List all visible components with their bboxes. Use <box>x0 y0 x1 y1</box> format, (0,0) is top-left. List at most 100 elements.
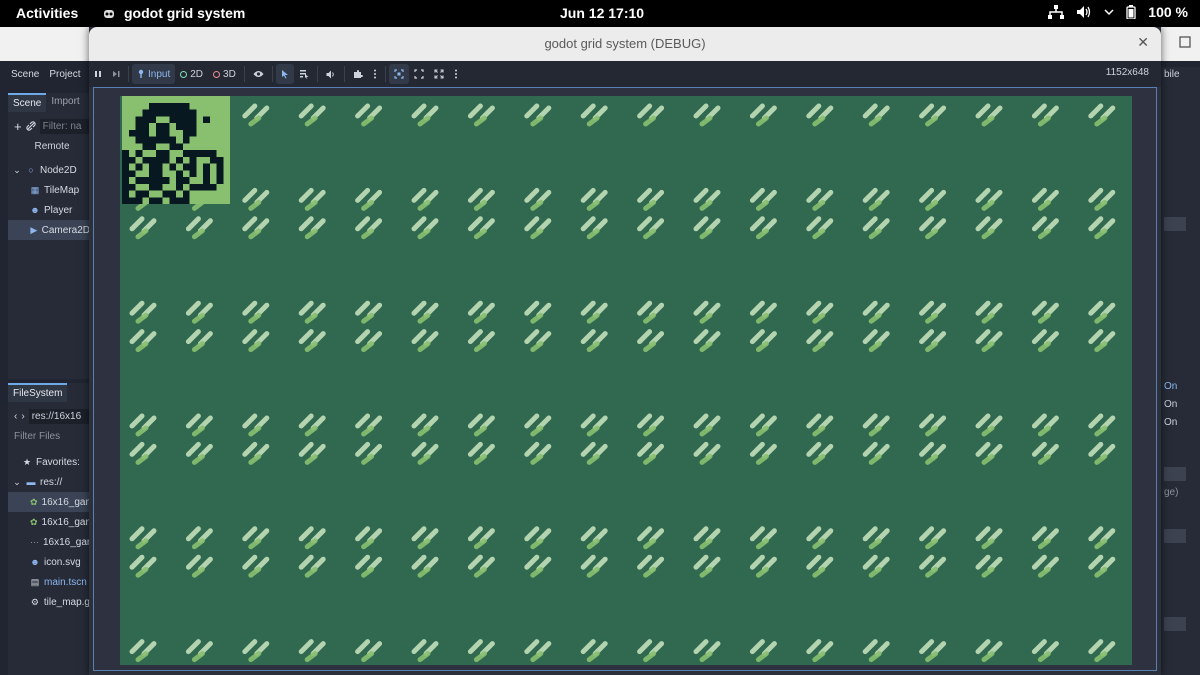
app-menu[interactable]: godot grid system <box>102 5 245 21</box>
mode-3d-button[interactable]: 3D <box>208 64 241 84</box>
res-folder-item[interactable]: ⌄ ▬ res:// <box>8 472 90 492</box>
grass-tile <box>975 103 1003 127</box>
window-options-button[interactable] <box>449 64 463 84</box>
property-field[interactable] <box>1164 617 1186 631</box>
chevron-down-icon[interactable]: ⌄ <box>12 165 22 175</box>
grass-tile <box>862 526 890 550</box>
grass-tile <box>862 554 890 578</box>
grass-tile <box>411 103 439 127</box>
godot-app-icon <box>104 10 114 18</box>
grass-tile <box>580 103 608 127</box>
input-toggle-button[interactable]: Input <box>132 64 176 84</box>
file-item[interactable]: ✿ 16x16_gam <box>8 512 94 532</box>
window-titlebar[interactable]: godot grid system (DEBUG) ✕ <box>89 27 1161 61</box>
grass-tile <box>355 300 383 324</box>
kebab-menu-icon <box>373 69 376 79</box>
add-node-icon[interactable]: + <box>14 119 22 134</box>
grass-tile <box>242 413 270 437</box>
property-field[interactable] <box>1164 529 1186 543</box>
tab-scene[interactable]: Scene <box>8 93 47 112</box>
inspector-dock: bile On On On ge) <box>1160 67 1200 675</box>
clock[interactable]: Jun 12 17:10 <box>560 5 644 21</box>
close-icon[interactable]: ✕ <box>1137 35 1149 51</box>
keep-aspect-button[interactable] <box>388 64 409 84</box>
link-icon[interactable] <box>25 121 36 131</box>
gear-icon: ⚙ <box>30 597 39 607</box>
grass-tile <box>919 526 947 550</box>
grass-tile <box>242 300 270 324</box>
system-tray[interactable]: 100 % <box>1048 4 1188 20</box>
more-options-button[interactable] <box>368 64 382 84</box>
menu-project[interactable]: Project <box>49 69 80 89</box>
grass-tile <box>1088 554 1116 578</box>
tab-filesystem[interactable]: FileSystem <box>8 383 68 402</box>
maximize-icon[interactable] <box>1178 35 1192 49</box>
property-field[interactable] <box>1164 467 1186 481</box>
path-input[interactable]: res://16x16 <box>28 408 90 424</box>
grass-tile <box>411 639 439 663</box>
file-item[interactable]: ▤ main.tscn <box>8 572 90 592</box>
file-item[interactable]: ☻ icon.svg <box>8 552 90 572</box>
grass-tile <box>242 554 270 578</box>
file-item[interactable]: ⋯ 16x16_gam <box>8 532 95 552</box>
file-item[interactable]: ⚙ tile_map.g <box>8 592 90 612</box>
tree-item-node2d[interactable]: ⌄ ○ Node2D <box>8 160 90 180</box>
grass-tile <box>355 554 383 578</box>
remote-button[interactable]: Remote <box>8 136 90 156</box>
grass-tile <box>467 526 495 550</box>
grass-tile <box>298 554 326 578</box>
scene-dock: Scene Import + Filter: na Remote ⌄ ○ Nod… <box>8 93 90 379</box>
grass-tile <box>411 441 439 465</box>
back-icon[interactable]: ‹ <box>14 411 17 422</box>
grass-tile <box>411 554 439 578</box>
grass-tile <box>185 526 213 550</box>
grass-tile <box>975 329 1003 353</box>
fullscreen-button[interactable] <box>429 64 449 84</box>
grass-tile <box>749 329 777 353</box>
filesystem-dock-tabs: FileSystem <box>8 383 90 402</box>
grass-tile <box>693 329 721 353</box>
remote-label: Remote <box>34 140 70 152</box>
tab-import[interactable]: Import <box>46 93 84 112</box>
menu-scene[interactable]: Scene <box>11 69 39 89</box>
forward-icon[interactable]: › <box>21 411 24 422</box>
next-frame-button[interactable] <box>107 64 125 84</box>
tree-item-tilemap[interactable]: ▦ TileMap <box>8 180 90 200</box>
visibility-button[interactable] <box>248 64 269 84</box>
select-tool-button[interactable] <box>275 64 294 84</box>
pause-button[interactable] <box>89 64 107 84</box>
stretch-button[interactable] <box>409 64 429 84</box>
mode-2d-icon <box>180 70 188 78</box>
image-icon: ✿ <box>30 497 38 507</box>
app-name: godot grid system <box>124 5 246 21</box>
grass-tile <box>242 639 270 663</box>
filter-files-input[interactable]: Filter Files <box>8 426 90 446</box>
grass-tile <box>411 413 439 437</box>
game-viewport[interactable] <box>120 96 1132 665</box>
chevron-down-icon[interactable]: ⌄ <box>12 477 22 487</box>
grass-tile <box>298 526 326 550</box>
window-title: godot grid system (DEBUG) <box>544 36 706 51</box>
grass-tile <box>693 103 721 127</box>
grass-tile <box>919 187 947 211</box>
grass-tile <box>355 103 383 127</box>
grass-tile <box>524 441 552 465</box>
embed-button[interactable] <box>348 64 368 84</box>
renderer-label: bile <box>1164 69 1180 80</box>
grass-tile <box>411 216 439 240</box>
grass-tile <box>1088 216 1116 240</box>
grass-tile <box>749 216 777 240</box>
tree-item-camera2d[interactable]: ▶ Camera2D <box>8 220 90 240</box>
audio-button[interactable] <box>321 64 341 84</box>
activities-button[interactable]: Activities <box>16 5 78 21</box>
list-select-button[interactable] <box>294 64 314 84</box>
tree-item-player[interactable]: ☻ Player <box>8 200 90 220</box>
scene-filter-input[interactable]: Filter: na <box>39 118 90 134</box>
mode-2d-button[interactable]: 2D <box>175 64 208 84</box>
favorites-item[interactable]: ★ Favorites: <box>8 452 90 472</box>
grass-tile <box>580 554 608 578</box>
grass-tile <box>1088 103 1116 127</box>
file-item[interactable]: ✿ 16x16_gam <box>8 492 94 512</box>
scene-toolbar: + Filter: na <box>8 116 90 136</box>
property-field[interactable] <box>1164 217 1186 231</box>
